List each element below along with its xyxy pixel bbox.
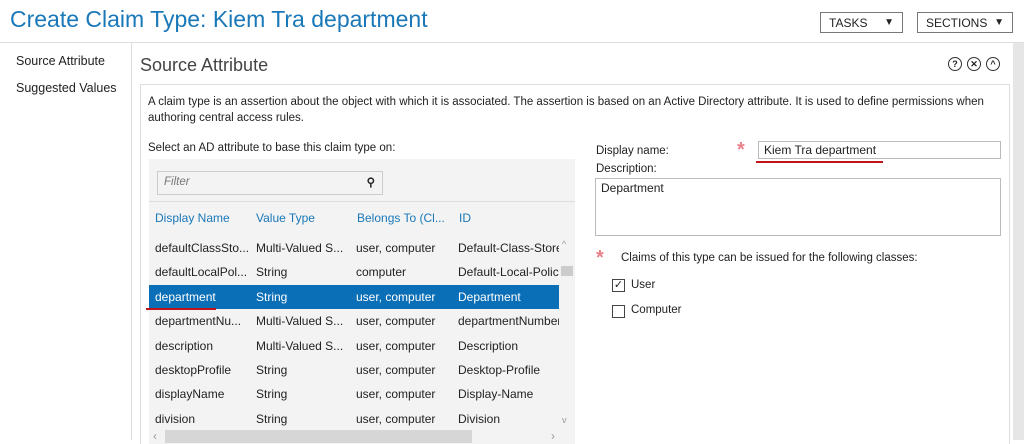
display-name-input[interactable]: Kiem Tra department [758, 141, 1001, 159]
table-cell: Multi-Valued S... [256, 314, 344, 329]
table-cell: user, computer [356, 289, 436, 304]
close-icon[interactable]: ✕ [967, 57, 981, 71]
table-cell: departmentNu... [155, 314, 242, 329]
collapse-icon[interactable]: ^ [986, 57, 1000, 71]
table-cell: displayName [155, 387, 225, 402]
table-cell: Display-Name [458, 387, 534, 402]
table-cell: Division [458, 411, 501, 426]
column-header-id[interactable]: ID [459, 211, 471, 225]
divider [0, 42, 1024, 43]
chevron-down-icon: ▼ [884, 17, 894, 28]
sidebar-item-suggested-values[interactable]: Suggested Values [16, 81, 117, 95]
table-cell: String [256, 289, 288, 304]
table-cell: Department [458, 289, 521, 304]
table-cell: Default-Local-Policy [458, 265, 559, 280]
table-cell: Default-Class-Store [458, 241, 559, 255]
grid-vertical-scrollbar[interactable]: ^ v [559, 239, 575, 425]
sections-dropdown[interactable]: SECTIONS ▼ [917, 12, 1013, 33]
description-label: Description: [596, 163, 657, 175]
help-icon[interactable]: ? [948, 57, 962, 71]
column-header-value-type[interactable]: Value Type [256, 211, 315, 225]
table-cell: user, computer [356, 387, 436, 402]
table-cell: user, computer [356, 411, 436, 426]
table-cell: String [256, 387, 288, 402]
table-cell: Multi-Valued S... [256, 241, 344, 255]
display-name-label: Display name: [596, 145, 669, 157]
grid-horizontal-scrollbar[interactable]: ‹ › [149, 428, 559, 444]
table-cell: defaultClassSto... [155, 241, 250, 255]
divider [131, 43, 132, 440]
table-row[interactable]: department String user, computer Department [149, 284, 559, 309]
table-cell: description [155, 338, 214, 353]
table-cell: Description [458, 338, 519, 353]
grid-header: Display Name Value Type Belongs To (Cl..… [149, 201, 575, 231]
page-title: Create Claim Type: Kiem Tra department [10, 6, 428, 32]
table-cell: String [256, 265, 288, 280]
table-cell: departmentNumber [458, 314, 559, 329]
table-row[interactable]: desktopProfile String user, computer Deskto… [149, 358, 559, 382]
table-cell: user, computer [356, 363, 436, 377]
table-row[interactable]: departmentNu... Multi-Valued S... user, co… [149, 309, 559, 333]
computer-checkbox[interactable] [612, 305, 625, 318]
section-description: A claim type is an assertion about the o… [148, 96, 984, 124]
select-attribute-label: Select an AD attribute to base this clai… [148, 142, 396, 154]
section-title: Source Attribute [140, 55, 269, 75]
annotation-underline [146, 308, 216, 310]
user-checkbox[interactable]: ✓ [612, 279, 625, 292]
tasks-dropdown[interactable]: TASKS ▼ [820, 12, 903, 33]
column-header-display-name[interactable]: Display Name [155, 211, 230, 225]
classes-label: Claims of this type can be issued for th… [621, 252, 918, 264]
table-cell: user, computer [356, 241, 436, 255]
filter-placeholder: Filter [164, 176, 190, 188]
required-icon: * [596, 247, 604, 269]
table-cell: computer [356, 265, 407, 280]
table-cell: Desktop-Profile [458, 363, 541, 377]
chevron-down-icon: ▼ [994, 17, 1004, 28]
table-row[interactable]: description Multi-Valued S... user, comput… [149, 334, 559, 358]
sections-label: SECTIONS [926, 15, 988, 30]
column-header-belongs-to[interactable]: Belongs To (Cl... [357, 211, 445, 225]
table-cell: String [256, 411, 288, 426]
page-scrollbar[interactable] [1013, 43, 1024, 440]
table-cell: division [155, 411, 196, 426]
description-textarea[interactable]: Department [595, 178, 1001, 236]
sidebar: Source Attribute Suggested Values [16, 54, 117, 108]
attribute-grid: Filter ⚲ Display Name Value Type Belongs … [149, 159, 575, 444]
table-row[interactable]: displayName String user, computer Display-N… [149, 382, 559, 406]
tasks-label: TASKS [829, 15, 868, 30]
table-cell: defaultLocalPol... [155, 265, 248, 280]
search-icon[interactable]: ⚲ [367, 175, 375, 189]
user-checkbox-label: User [631, 279, 656, 291]
source-attribute-panel: A claim type is an assertion about the o… [140, 84, 1010, 444]
sidebar-item-source-attribute[interactable]: Source Attribute [16, 54, 117, 68]
table-cell: user, computer [356, 338, 436, 353]
table-cell: String [256, 363, 288, 377]
filter-input[interactable]: Filter ⚲ [157, 171, 383, 195]
table-row[interactable]: defaultClassSto... Multi-Valued S... user,… [149, 236, 559, 260]
computer-checkbox-label: Computer [631, 304, 682, 316]
table-cell: Multi-Valued S... [256, 338, 344, 353]
table-cell: desktopProfile [155, 363, 232, 377]
table-cell: user, computer [356, 314, 436, 329]
annotation-underline [756, 161, 883, 163]
table-cell: department [155, 289, 216, 304]
required-icon: * [737, 139, 745, 161]
table-row[interactable]: defaultLocalPol... String computer Default-… [149, 260, 559, 284]
